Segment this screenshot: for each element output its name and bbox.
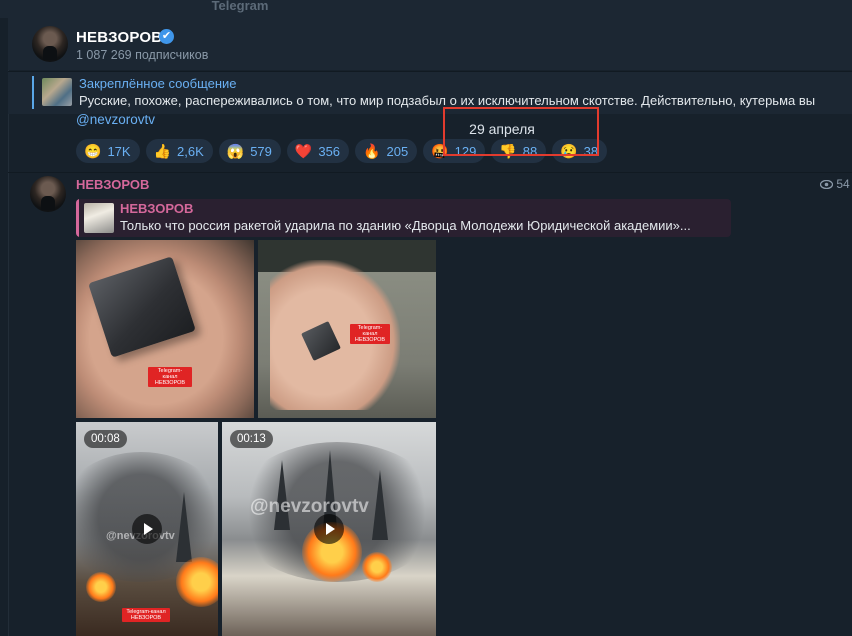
pinned-title[interactable]: Закреплённое сообщение: [79, 76, 237, 91]
reaction-count: 205: [386, 143, 409, 159]
watermark-label: Telegram-канал НЕВЗОРОВ: [350, 324, 390, 344]
thumbs-up-emoji-icon: 👍: [153, 142, 172, 159]
view-count-value: 54: [836, 177, 850, 191]
channel-avatar[interactable]: [32, 26, 68, 62]
scream-emoji-icon: 😱: [226, 142, 245, 159]
heart-emoji-icon: ❤️: [294, 142, 313, 159]
eye-icon: [819, 180, 834, 190]
metal-fragment: [88, 256, 196, 358]
fire: [176, 557, 218, 607]
reaction-chip[interactable]: 👍 2,6K: [145, 139, 213, 163]
channel-link[interactable]: @nevzorovtv: [76, 112, 155, 127]
play-button[interactable]: [132, 514, 162, 544]
reaction-count: 2,6K: [177, 143, 204, 159]
watermark-label: Telegram-канал НЕВЗОРОВ: [122, 608, 170, 622]
spire: [176, 492, 192, 562]
forwarded-text[interactable]: Только что россия ракетой ударила по зда…: [120, 218, 730, 233]
forwarded-author[interactable]: НЕВЗОРОВ: [120, 201, 193, 216]
verified-check-icon: ✔: [159, 29, 174, 44]
video-1[interactable]: @nevzorovtv 00:08 Telegram-канал НЕВЗОРО…: [76, 422, 218, 636]
video-2[interactable]: @nevzorovtv 00:13: [222, 422, 436, 636]
fire: [362, 552, 392, 582]
spire: [372, 470, 388, 540]
reaction-count: 579: [250, 143, 272, 159]
grin-emoji-icon: 😁: [84, 142, 102, 159]
highlight-annotation: [443, 107, 599, 156]
message-divider: [8, 172, 852, 173]
channel-name[interactable]: НЕВЗОРОВ: [76, 29, 162, 46]
photo-1[interactable]: Telegram-канал НЕВЗОРОВ: [76, 240, 254, 418]
play-button[interactable]: [314, 514, 344, 544]
photo-2[interactable]: Telegram-канал НЕВЗОРОВ: [258, 240, 436, 418]
spire: [274, 460, 290, 530]
reaction-chip[interactable]: ❤️ 356: [286, 139, 350, 163]
author-avatar[interactable]: [30, 176, 66, 212]
subscriber-count: 1 087 269 подписчиков: [76, 48, 209, 62]
reaction-chip[interactable]: 😁 17K: [76, 139, 140, 163]
video-duration: 00:13: [230, 430, 273, 448]
video-duration: 00:08: [84, 430, 127, 448]
forwarded-indicator: [76, 199, 79, 237]
reaction-chip[interactable]: 😱 579: [218, 139, 281, 163]
video-overlay-text: @nevzorovtv: [250, 496, 369, 517]
reaction-count: 356: [318, 143, 341, 159]
pinned-indicator: [32, 76, 34, 109]
reaction-count: 17K: [107, 143, 131, 159]
fire: [86, 572, 116, 602]
window-title: Telegram: [211, 0, 269, 13]
message-author[interactable]: НЕВЗОРОВ: [76, 177, 149, 192]
window-titlebar: Telegram: [0, 0, 852, 18]
watermark-label: Telegram-канал НЕВЗОРОВ: [148, 367, 192, 387]
fire-emoji-icon: 🔥: [363, 142, 381, 159]
pinned-text[interactable]: Русские, похоже, распереживались о том, …: [79, 93, 852, 108]
pinned-thumbnail: [42, 78, 72, 106]
forwarded-thumbnail: [84, 203, 114, 233]
reaction-chip[interactable]: 🔥 205: [355, 139, 418, 163]
view-count: 54: [819, 177, 850, 191]
